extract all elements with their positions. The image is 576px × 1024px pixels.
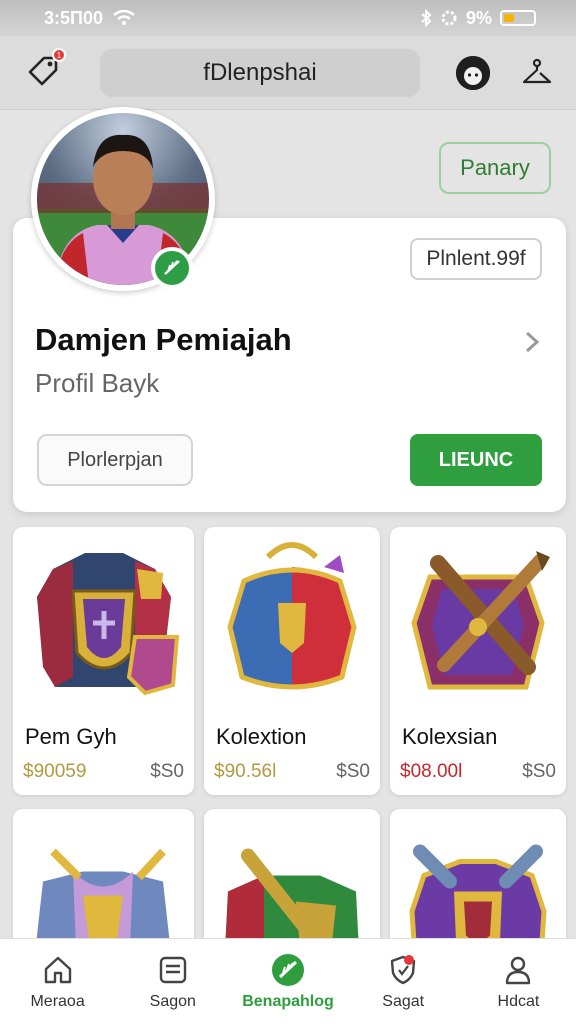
item-card[interactable] xyxy=(13,809,194,949)
item-card[interactable] xyxy=(390,809,566,949)
profile-primary-button[interactable]: LIEUNC xyxy=(410,434,542,486)
bluetooth-icon xyxy=(421,9,432,27)
item-card[interactable] xyxy=(204,809,380,949)
nav-item-shield[interactable]: Sagat xyxy=(346,939,461,1024)
item-name: Kolextion xyxy=(216,724,307,749)
item-card[interactable]: Kolextion $90.56l $S0 xyxy=(204,527,380,795)
nav-item-profile[interactable]: Hdcat xyxy=(461,939,576,1024)
list-icon xyxy=(159,956,186,983)
pin-badge[interactable]: Plnlent.99f xyxy=(410,238,542,280)
item-name: Pem Gyh xyxy=(25,724,117,749)
item-price: $90059 xyxy=(23,761,87,782)
item-alt-price: $S0 xyxy=(336,761,370,782)
armor-image xyxy=(35,848,171,949)
verified-badge xyxy=(151,247,193,289)
nav-label: Hdcat xyxy=(497,992,540,1010)
home-icon xyxy=(44,956,71,983)
chevron-right-icon[interactable] xyxy=(517,328,545,356)
profile-subtitle: Profil Bayk xyxy=(35,368,160,398)
avatar-icon[interactable] xyxy=(456,56,490,90)
bottom-nav: Meraoa Sagon Benapahlog Sagat Hdcat xyxy=(0,938,576,1024)
top-bar: 1 fDlenpshai xyxy=(0,36,576,110)
battery-percent: 9% xyxy=(465,7,492,28)
item-price: $08.00l xyxy=(400,761,463,782)
item-name: Kolexsian xyxy=(402,724,498,749)
armor-image xyxy=(225,848,359,949)
check-icon xyxy=(272,953,304,986)
item-alt-price: $S0 xyxy=(522,761,556,782)
wifi-icon xyxy=(113,10,135,25)
search-field[interactable]: fDlenpshai xyxy=(100,49,420,97)
armor-image xyxy=(409,844,547,949)
status-time: 3:5П00 xyxy=(44,7,103,28)
hanger-icon[interactable] xyxy=(520,56,554,90)
nav-label: Meraoa xyxy=(30,992,85,1010)
nav-notification-dot xyxy=(403,955,414,965)
battery-icon xyxy=(500,10,536,26)
profile-name: Damjen Pemiajah xyxy=(35,322,292,357)
status-bar: 3:5П00 9% xyxy=(0,0,576,36)
check-feather-icon xyxy=(164,260,180,275)
item-card[interactable]: Pem Gyh $90059 $S0 xyxy=(13,527,194,795)
notification-badge: 1 xyxy=(52,48,66,62)
nav-item-list[interactable]: Sagon xyxy=(115,939,230,1024)
armor-image xyxy=(227,542,357,690)
profile-outline-button[interactable]: Plorlerpjan xyxy=(37,434,193,486)
settings-status-icon xyxy=(441,10,457,26)
armor-image xyxy=(411,551,550,690)
nav-label: Sagat xyxy=(382,992,425,1010)
nav-item-active[interactable]: Benapahlog xyxy=(230,939,345,1024)
nav-item-home[interactable]: Meraoa xyxy=(0,939,115,1024)
item-alt-price: $S0 xyxy=(150,761,184,782)
nav-label: Sagon xyxy=(149,992,196,1010)
panary-button[interactable]: Panary xyxy=(439,142,551,194)
item-card[interactable]: Kolexsian $08.00l $S0 xyxy=(390,527,566,795)
item-price: $90.56l xyxy=(214,761,277,782)
tag-button[interactable]: 1 xyxy=(26,48,66,88)
person-icon xyxy=(506,956,531,984)
nav-label: Benapahlog xyxy=(242,992,334,1010)
armor-image xyxy=(37,553,180,696)
